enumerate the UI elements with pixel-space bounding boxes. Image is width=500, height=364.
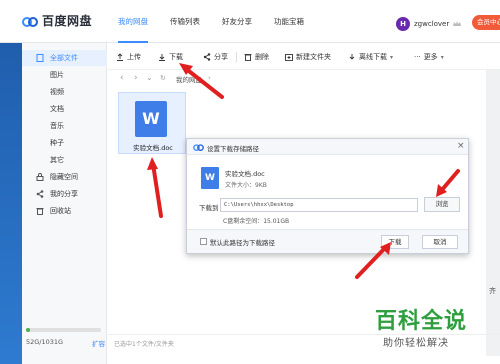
sidebar-item-documents[interactable]: 文档 xyxy=(22,101,107,117)
chevron-down-icon: ▾ xyxy=(440,53,444,61)
sidebar-item-recycle-bin[interactable]: 回收站 xyxy=(22,203,107,219)
dialog-footer: 默认此路径为下载路径 下载 取消 xyxy=(187,229,468,253)
app-logo[interactable]: 百度网盘 xyxy=(22,12,92,29)
nav-transfer-list[interactable]: 传输列表 xyxy=(170,0,200,43)
expand-storage-link[interactable]: 扩容 xyxy=(92,338,105,348)
trash-icon xyxy=(36,208,44,215)
sidebar-item-images[interactable]: 图片 xyxy=(22,67,107,83)
right-panel-text: 齐 xyxy=(489,287,496,295)
sidebar-item-torrents[interactable]: 种子 xyxy=(22,135,107,151)
desktop-background xyxy=(0,0,22,364)
chevron-down-icon: ▾ xyxy=(390,53,394,61)
delete-button[interactable]: 删除 xyxy=(244,51,269,63)
default-path-label[interactable]: 默认此路径为下载路径 xyxy=(210,237,275,247)
sidebar-item-hidden-space[interactable]: 隐藏空间 xyxy=(22,169,107,185)
vip-center-button[interactable]: 会员中心 xyxy=(472,15,500,30)
dropdown-arrow-icon[interactable]: ⌄ xyxy=(146,73,153,82)
sidebar-item-music[interactable]: 音乐 xyxy=(22,118,107,134)
sidebar-item-all-files[interactable]: 全部文件 xyxy=(22,50,107,66)
upload-button[interactable]: 上传 xyxy=(116,51,141,63)
back-arrow-icon[interactable]: ‹ xyxy=(120,73,124,83)
cloud-logo-icon xyxy=(22,16,38,27)
sidebar: 全部文件 图片 视频 文档 音乐 种子 其它 隐藏空间 我的分享 回收站 52G… xyxy=(22,43,107,364)
share-icon xyxy=(36,190,44,198)
download-icon xyxy=(159,54,165,61)
dialog-title-bar[interactable]: 设置下载存储路径 × xyxy=(187,139,468,155)
top-bar: 百度网盘 我的网盘 传输列表 好友分享 功能宝箱 H zgwclover 会员中… xyxy=(0,0,500,43)
upload-icon xyxy=(117,53,123,61)
download-button[interactable]: 下载 xyxy=(158,51,183,63)
file-item[interactable]: W 实验文档.doc xyxy=(118,92,186,154)
sidebar-item-my-share[interactable]: 我的分享 xyxy=(22,186,107,202)
right-panel-edge xyxy=(486,70,500,356)
arrow-to-file xyxy=(151,162,163,218)
default-path-checkbox[interactable] xyxy=(200,238,207,245)
offline-download-icon xyxy=(349,54,355,60)
free-space-text: C盘剩余空间：15.01GB xyxy=(223,218,290,225)
breadcrumb[interactable]: 我的网盘 xyxy=(176,74,202,84)
sidebar-item-videos[interactable]: 视频 xyxy=(22,84,107,100)
dialog-file-size: 文件大小：9KB xyxy=(225,182,267,189)
toolbar: 上传 下载 分享 删除 新建文件夹 离线下载 ▾ ··· 更多 ▾ xyxy=(108,44,500,70)
storage-quota-fill xyxy=(26,328,30,332)
close-icon[interactable]: × xyxy=(457,141,465,151)
username: zgwclover xyxy=(414,20,450,28)
download-to-label: 下载到 xyxy=(199,204,219,212)
word-doc-icon: W xyxy=(201,167,219,189)
sidebar-item-other[interactable]: 其它 xyxy=(22,152,107,168)
dialog-title: 设置下载存储路径 xyxy=(207,145,259,153)
arrow-head-2 xyxy=(147,157,158,170)
nav-friend-share[interactable]: 好友分享 xyxy=(222,0,252,43)
watermark-title: 百科全说 xyxy=(375,309,468,334)
crown-icon xyxy=(453,21,462,26)
user-profile[interactable]: H zgwclover xyxy=(396,17,462,31)
offline-download-button[interactable]: 离线下载 ▾ xyxy=(348,51,393,63)
browse-button[interactable]: 浏览 xyxy=(424,197,460,212)
share-button[interactable]: 分享 xyxy=(203,51,228,63)
cloud-logo-icon xyxy=(193,144,204,151)
app-title: 百度网盘 xyxy=(42,14,93,28)
trash-icon xyxy=(244,54,252,61)
main-nav: 我的网盘 传输列表 好友分享 功能宝箱 xyxy=(118,0,304,43)
new-folder-icon xyxy=(285,54,293,61)
dialog-cancel-button[interactable]: 取消 xyxy=(422,235,458,249)
word-doc-icon: W xyxy=(135,101,167,137)
storage-quota-bar xyxy=(26,328,101,332)
watermark-subtitle: 助你轻松解决 xyxy=(383,338,449,349)
download-path-dialog: 设置下载存储路径 × W 实验文档.doc 文件大小：9KB 下载到 C:\Us… xyxy=(186,138,469,254)
share-icon xyxy=(203,53,211,61)
nav-toolbox[interactable]: 功能宝箱 xyxy=(274,0,304,43)
breadcrumb-row: ‹ › ⌄ ↻ 我的网盘 › xyxy=(108,70,500,88)
document-icon xyxy=(36,54,44,62)
nav-my-drive[interactable]: 我的网盘 xyxy=(118,0,148,43)
download-path-field[interactable]: C:\Users\hhxx\Desktop xyxy=(220,198,418,212)
lock-icon xyxy=(36,173,44,181)
refresh-icon[interactable]: ↻ xyxy=(160,74,166,82)
dialog-file-name: 实验文档.doc xyxy=(225,170,265,178)
more-icon: ··· xyxy=(414,53,421,61)
more-button[interactable]: ··· 更多 ▾ xyxy=(414,51,444,63)
forward-arrow-icon[interactable]: › xyxy=(134,73,138,83)
new-folder-button[interactable]: 新建文件夹 xyxy=(285,51,331,63)
file-name: 实验文档.doc xyxy=(133,144,173,152)
storage-quota-text: 52G/1031G xyxy=(26,338,64,346)
avatar: H xyxy=(396,17,410,31)
status-text: 已选中1个文件/文件夹 xyxy=(114,341,174,348)
toolbar-divider xyxy=(236,52,237,62)
dialog-download-button[interactable]: 下载 xyxy=(381,235,409,249)
breadcrumb-chevron-icon: › xyxy=(208,74,211,82)
